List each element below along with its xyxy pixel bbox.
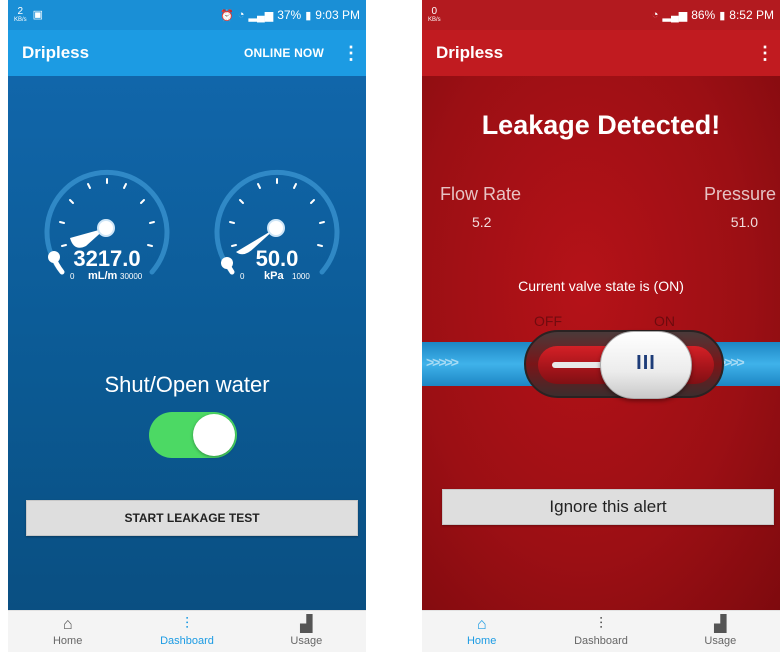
- wifi-icon: ◔: [651, 9, 659, 21]
- battery-percent: 86%: [691, 8, 716, 22]
- online-status: ONLINE NOW: [244, 46, 324, 60]
- nav-label-usage: Usage: [290, 635, 323, 647]
- app-title: Dripless: [436, 43, 504, 62]
- nav-label-dashboard: Dashboard: [160, 635, 214, 647]
- status-bar: 0 KB/s ◔ ▂▄▆ 86% ▮ 8:52 PM: [422, 0, 780, 30]
- nav-label-usage: Usage: [704, 635, 737, 647]
- battery-percent: 37%: [277, 8, 302, 22]
- leakage-detected-title: Leakage Detected!: [481, 110, 721, 140]
- nav-label-dashboard: Dashboard: [574, 635, 628, 647]
- battery-icon: ▮: [719, 9, 726, 22]
- pressure-gauge-max: 1000: [292, 272, 310, 281]
- dashboard-screen: 2 KB/s ▣ ⏰ ◔ ▂▄▆ 37% ▮ 9:03 PM Dripless …: [8, 0, 366, 652]
- usage-chart-icon: ▟: [300, 616, 313, 633]
- bottom-navigation: ⌂ Home ⫶ Dashboard ▟ Usage: [422, 610, 780, 652]
- signal-icon: ▂▄▆: [662, 9, 688, 22]
- pressure-value: 51.0: [730, 214, 758, 230]
- overflow-menu-icon[interactable]: ⋮: [342, 43, 360, 64]
- flow-gauge: 3217.0 mL/m 0 30000: [40, 160, 174, 300]
- alarm-icon: ⏰: [220, 9, 234, 22]
- flow-rate-label: Flow Rate: [440, 184, 522, 204]
- gallery-notification-icon: ▣: [32, 9, 44, 21]
- water-toggle-switch[interactable]: [149, 412, 237, 458]
- clock: 9:03 PM: [315, 8, 360, 22]
- clock: 8:52 PM: [729, 8, 774, 22]
- pressure-gauge-min: 0: [240, 272, 245, 281]
- network-speed-unit: KB/s: [14, 17, 27, 23]
- flow-rate-value: 5.2: [472, 214, 492, 230]
- shut-open-water-label: Shut/Open water: [104, 372, 270, 397]
- pressure-gauge-value: 50.0: [255, 246, 299, 271]
- ignore-alert-button[interactable]: Ignore this alert: [442, 489, 774, 525]
- overflow-menu-icon[interactable]: ⋮: [756, 43, 774, 64]
- home-icon: ⌂: [476, 616, 487, 633]
- valve-state-text: Current valve state is (ON): [518, 278, 684, 294]
- dashboard-icon: ⫶: [184, 616, 189, 633]
- nav-label-home: Home: [52, 635, 83, 647]
- flow-gauge-unit: mL/m: [88, 270, 118, 282]
- signal-icon: ▂▄▆: [248, 9, 274, 22]
- nav-item-home[interactable]: ⌂ Home: [422, 611, 541, 652]
- network-speed-value: 0: [431, 6, 438, 17]
- start-leakage-test-button[interactable]: START LEAKAGE TEST: [26, 500, 358, 536]
- toggle-knob: [193, 414, 235, 456]
- status-bar: 2 KB/s ▣ ⏰ ◔ ▂▄▆ 37% ▮ 9:03 PM: [8, 0, 366, 30]
- pressure-label: Pressure: [703, 184, 776, 204]
- nav-item-dashboard[interactable]: ⫶ Dashboard: [541, 611, 660, 652]
- flow-gauge-max: 30000: [120, 272, 143, 281]
- leak-alert-screen: 0 KB/s ◔ ▂▄▆ 86% ▮ 8:52 PM Dripless ⋮ Le…: [422, 0, 780, 652]
- bottom-navigation: ⌂ Home ⫶ Dashboard ▟ Usage: [8, 610, 366, 652]
- pipe-flow-arrows-left: >>>>>: [426, 354, 459, 370]
- app-title: Dripless: [22, 43, 90, 62]
- valve-on-label: ON: [654, 313, 675, 329]
- dashboard-icon: ⫶: [598, 616, 603, 633]
- app-bar: Dripless ONLINE NOW ⋮: [8, 30, 366, 76]
- grip-lines-icon: III: [636, 352, 656, 374]
- valve-switch-knob[interactable]: III: [600, 331, 692, 399]
- nav-item-dashboard[interactable]: ⫶ Dashboard: [127, 611, 246, 652]
- nav-item-home[interactable]: ⌂ Home: [8, 611, 127, 652]
- pressure-gauge-unit: kPa: [264, 270, 284, 282]
- network-speed-value: 2: [17, 6, 24, 17]
- alert-main: Leakage Detected! Flow Rate 5.2 Pressure…: [422, 76, 780, 610]
- nav-label-home: Home: [466, 635, 497, 647]
- network-speed: 0 KB/s: [428, 6, 441, 24]
- nav-item-usage[interactable]: ▟ Usage: [247, 611, 366, 652]
- network-speed: 2 KB/s: [14, 6, 27, 24]
- home-icon: ⌂: [62, 616, 73, 633]
- usage-chart-icon: ▟: [714, 616, 727, 633]
- network-speed-unit: KB/s: [428, 17, 441, 23]
- wifi-icon: ◔: [237, 9, 245, 21]
- flow-gauge-value: 3217.0: [73, 246, 141, 271]
- dashboard-main: 3217.0 mL/m 0 30000 50.0 kPa 0 1000 Shut…: [8, 76, 366, 610]
- app-bar: Dripless ⋮: [422, 30, 780, 76]
- nav-item-usage[interactable]: ▟ Usage: [661, 611, 780, 652]
- pressure-gauge: 50.0 kPa 0 1000: [210, 160, 344, 300]
- flow-gauge-min: 0: [70, 272, 75, 281]
- valve-off-label: OFF: [534, 313, 562, 329]
- battery-icon: ▮: [305, 9, 312, 22]
